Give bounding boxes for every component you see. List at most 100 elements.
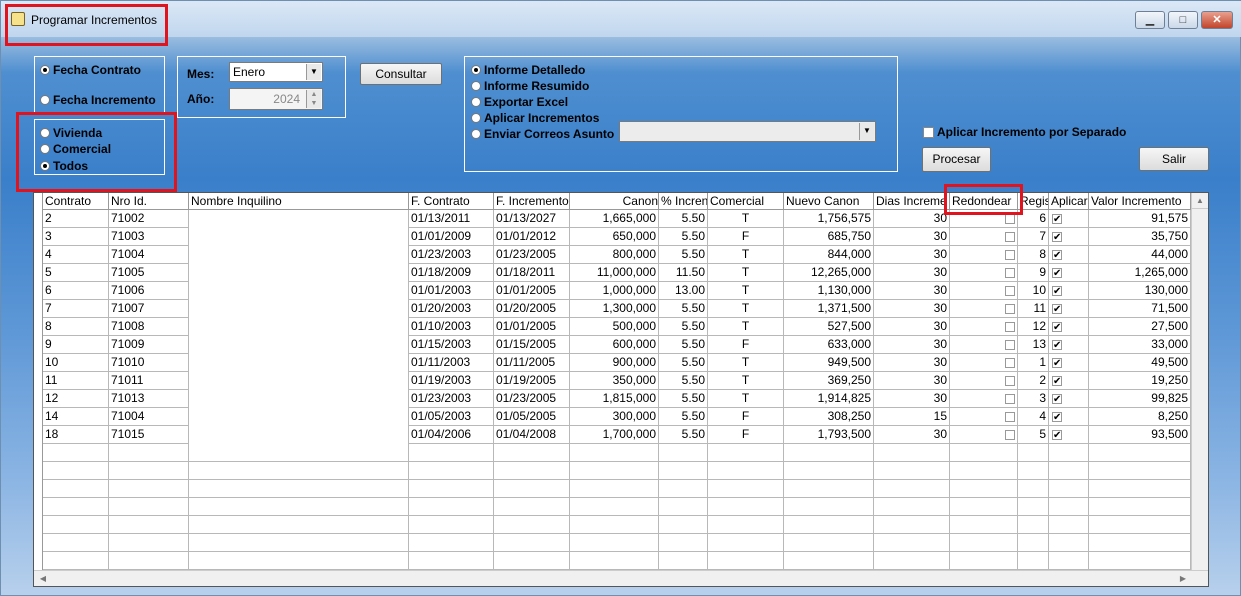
empty-cell[interactable] [189, 498, 409, 516]
cell-f-incremento[interactable]: 01/23/2005 [494, 246, 570, 264]
empty-cell[interactable] [494, 552, 570, 570]
empty-cell[interactable] [1089, 480, 1191, 498]
cell-nombre-inquilino[interactable] [189, 246, 409, 264]
cell-f-incremento[interactable]: 01/13/2027 [494, 210, 570, 228]
empty-cell[interactable] [950, 444, 1018, 462]
cell-f-contrato[interactable]: 01/23/2003 [409, 390, 494, 408]
radio-exportar-excel[interactable]: Exportar Excel [471, 95, 568, 109]
consultar-button[interactable]: Consultar [360, 63, 442, 85]
cell-f-contrato[interactable]: 01/13/2011 [409, 210, 494, 228]
cell-nuevo-canon[interactable]: 633,000 [784, 336, 874, 354]
cell-redondear[interactable] [950, 390, 1018, 408]
empty-cell[interactable] [189, 516, 409, 534]
cell-regis[interactable]: 8 [1018, 246, 1049, 264]
salir-button[interactable]: Salir [1139, 147, 1209, 171]
header-nombre-inquilino[interactable]: Nombre Inquilino [189, 193, 409, 210]
cell-valor-incremento[interactable]: 44,000 [1089, 246, 1191, 264]
close-button[interactable]: ✕ [1201, 11, 1233, 29]
empty-cell[interactable] [950, 462, 1018, 480]
cell-nro-id[interactable]: 71011 [109, 372, 189, 390]
cell-canon[interactable]: 1,300,000 [570, 300, 659, 318]
cell-valor-incremento[interactable]: 71,500 [1089, 300, 1191, 318]
cell-canon[interactable]: 300,000 [570, 408, 659, 426]
empty-cell[interactable] [109, 498, 189, 516]
cell-nro-id[interactable]: 71007 [109, 300, 189, 318]
cell-regis[interactable]: 13 [1018, 336, 1049, 354]
radio-todos[interactable]: Todos [40, 159, 88, 173]
empty-cell[interactable] [1049, 552, 1089, 570]
cell-dias-incremento[interactable]: 30 [874, 210, 950, 228]
empty-cell[interactable] [1089, 444, 1191, 462]
cell-dias-incremento[interactable]: 30 [874, 354, 950, 372]
empty-cell[interactable] [708, 534, 784, 552]
header-valor-incremento[interactable]: Valor Incremento [1089, 193, 1191, 210]
empty-cell[interactable] [1018, 462, 1049, 480]
cell-comercial[interactable]: T [708, 300, 784, 318]
cell-comercial[interactable]: F [708, 408, 784, 426]
cell-dias-incremento[interactable]: 30 [874, 246, 950, 264]
cell-valor-incremento[interactable]: 33,000 [1089, 336, 1191, 354]
cell-valor-incremento[interactable]: 27,500 [1089, 318, 1191, 336]
radio-comercial[interactable]: Comercial [40, 142, 111, 156]
cell-f-incremento[interactable]: 01/19/2005 [494, 372, 570, 390]
cell-porc-incremento[interactable]: 5.50 [659, 228, 708, 246]
cell-valor-incremento[interactable]: 35,750 [1089, 228, 1191, 246]
cell-nombre-inquilino[interactable] [189, 408, 409, 426]
empty-cell[interactable] [570, 462, 659, 480]
cell-comercial[interactable]: T [708, 210, 784, 228]
cell-contrato[interactable]: 11 [43, 372, 109, 390]
cell-nro-id[interactable]: 71010 [109, 354, 189, 372]
cell-contrato[interactable]: 5 [43, 264, 109, 282]
empty-cell[interactable] [570, 516, 659, 534]
redondear-checkbox[interactable] [1005, 231, 1015, 242]
cell-regis[interactable]: 6 [1018, 210, 1049, 228]
cell-contrato[interactable]: 2 [43, 210, 109, 228]
cell-f-incremento[interactable]: 01/01/2005 [494, 318, 570, 336]
cell-canon[interactable]: 1,000,000 [570, 282, 659, 300]
cell-porc-incremento[interactable]: 5.50 [659, 318, 708, 336]
cell-valor-incremento[interactable]: 8,250 [1089, 408, 1191, 426]
maximize-button[interactable]: □ [1168, 11, 1198, 29]
cell-f-incremento[interactable]: 01/15/2005 [494, 336, 570, 354]
scroll-left-icon[interactable]: ◀ [34, 571, 52, 586]
cell-redondear[interactable] [950, 282, 1018, 300]
cell-nro-id[interactable]: 71015 [109, 426, 189, 444]
cell-comercial[interactable]: F [708, 426, 784, 444]
cell-nombre-inquilino[interactable] [189, 336, 409, 354]
cell-comercial[interactable]: T [708, 264, 784, 282]
cell-nuevo-canon[interactable]: 1,130,000 [784, 282, 874, 300]
cell-nuevo-canon[interactable]: 1,371,500 [784, 300, 874, 318]
cell-nro-id[interactable]: 71013 [109, 390, 189, 408]
cell-nombre-inquilino[interactable] [189, 282, 409, 300]
cell-redondear[interactable] [950, 264, 1018, 282]
aplicar-checkbox[interactable] [1052, 319, 1062, 335]
cell-porc-incremento[interactable]: 5.50 [659, 336, 708, 354]
cell-redondear[interactable] [950, 426, 1018, 444]
cell-aplicar[interactable] [1049, 318, 1089, 336]
cell-regis[interactable]: 11 [1018, 300, 1049, 318]
cell-aplicar[interactable] [1049, 390, 1089, 408]
empty-cell[interactable] [708, 498, 784, 516]
empty-cell[interactable] [1089, 552, 1191, 570]
cell-nombre-inquilino[interactable] [189, 300, 409, 318]
empty-cell[interactable] [109, 516, 189, 534]
empty-cell[interactable] [409, 552, 494, 570]
empty-cell[interactable] [189, 552, 409, 570]
cell-porc-incremento[interactable]: 5.50 [659, 210, 708, 228]
aplicar-checkbox[interactable] [1052, 355, 1062, 371]
empty-cell[interactable] [708, 552, 784, 570]
cell-redondear[interactable] [950, 408, 1018, 426]
cell-contrato[interactable]: 8 [43, 318, 109, 336]
redondear-checkbox[interactable] [1005, 303, 1015, 314]
cell-contrato[interactable]: 4 [43, 246, 109, 264]
empty-cell[interactable] [43, 498, 109, 516]
empty-cell[interactable] [494, 480, 570, 498]
cell-canon[interactable]: 350,000 [570, 372, 659, 390]
empty-cell[interactable] [1018, 498, 1049, 516]
cell-aplicar[interactable] [1049, 282, 1089, 300]
empty-cell[interactable] [43, 516, 109, 534]
empty-cell[interactable] [784, 498, 874, 516]
empty-cell[interactable] [659, 480, 708, 498]
cell-nuevo-canon[interactable]: 1,756,575 [784, 210, 874, 228]
empty-cell[interactable] [708, 462, 784, 480]
